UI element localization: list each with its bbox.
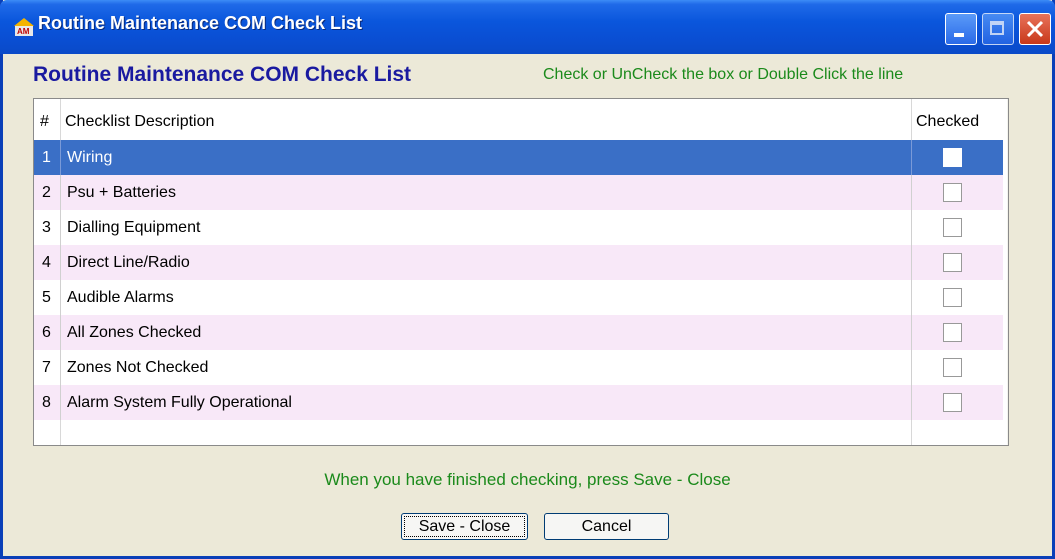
instruction-text: Check or UnCheck the box or Double Click… bbox=[543, 66, 904, 83]
checked-checkbox[interactable] bbox=[943, 183, 962, 202]
row-number: 2 bbox=[42, 184, 51, 201]
cell-divider bbox=[60, 210, 61, 245]
column-header-description[interactable]: Checklist Description bbox=[65, 113, 214, 131]
cell-divider bbox=[911, 280, 912, 315]
close-icon bbox=[1026, 20, 1044, 38]
checked-checkbox[interactable] bbox=[943, 288, 962, 307]
cell-divider bbox=[911, 350, 912, 385]
table-row[interactable]: 5 Audible Alarms bbox=[34, 280, 1003, 315]
cell-divider bbox=[60, 245, 61, 280]
cell-divider bbox=[911, 175, 912, 210]
minimize-button[interactable] bbox=[945, 13, 977, 45]
save-close-button[interactable]: Save - Close bbox=[401, 513, 528, 540]
checklist-grid[interactable]: # Checklist Description Checked 1 Wiring 2… bbox=[33, 98, 1009, 446]
row-number: 7 bbox=[42, 359, 51, 376]
checklist-window: AM Routine Maintenance COM Check List Ro… bbox=[0, 0, 1055, 559]
cell-divider bbox=[911, 315, 912, 350]
cell-divider bbox=[911, 140, 912, 175]
vertical-scrollbar[interactable] bbox=[1007, 99, 1008, 445]
grid-header: # Checklist Description Checked bbox=[34, 99, 1007, 141]
maximize-button[interactable] bbox=[982, 13, 1014, 45]
table-row[interactable]: 8 Alarm System Fully Operational bbox=[34, 385, 1003, 420]
cell-divider bbox=[60, 350, 61, 385]
cell-divider bbox=[60, 175, 61, 210]
table-row[interactable]: 6 All Zones Checked bbox=[34, 315, 1003, 350]
column-header-checked[interactable]: Checked bbox=[916, 113, 979, 131]
column-header-number: # bbox=[40, 113, 49, 130]
row-description: Audible Alarms bbox=[67, 289, 174, 306]
row-description: All Zones Checked bbox=[67, 324, 202, 341]
row-number: 6 bbox=[42, 324, 51, 341]
checked-checkbox[interactable] bbox=[943, 393, 962, 412]
checked-checkbox[interactable] bbox=[943, 218, 962, 237]
checked-checkbox[interactable] bbox=[943, 358, 962, 377]
row-number: 4 bbox=[42, 254, 51, 271]
svg-text:AM: AM bbox=[17, 27, 30, 36]
cell-divider bbox=[911, 210, 912, 245]
table-row[interactable]: 7 Zones Not Checked bbox=[34, 350, 1003, 385]
window-title: Routine Maintenance COM Check List bbox=[38, 13, 363, 33]
title-bar[interactable]: AM Routine Maintenance COM Check List bbox=[0, 0, 1055, 54]
footer-message: When you have finished checking, press S… bbox=[324, 470, 731, 489]
table-row[interactable]: 2 Psu + Batteries bbox=[34, 175, 1003, 210]
row-number: 5 bbox=[42, 289, 51, 306]
table-row[interactable]: 4 Direct Line/Radio bbox=[34, 245, 1003, 280]
row-description: Direct Line/Radio bbox=[67, 254, 190, 271]
checked-checkbox[interactable] bbox=[943, 253, 962, 272]
table-row[interactable]: 3 Dialling Equipment bbox=[34, 210, 1003, 245]
close-button[interactable] bbox=[1019, 13, 1051, 45]
cell-divider bbox=[60, 140, 61, 175]
checked-checkbox[interactable] bbox=[943, 148, 962, 167]
row-number: 8 bbox=[42, 394, 51, 411]
row-description: Alarm System Fully Operational bbox=[67, 394, 292, 411]
cell-divider bbox=[60, 315, 61, 350]
row-description: Wiring bbox=[67, 149, 113, 166]
row-description: Psu + Batteries bbox=[67, 184, 176, 201]
cell-divider bbox=[911, 385, 912, 420]
cell-divider bbox=[60, 280, 61, 315]
table-row[interactable]: 1 Wiring bbox=[34, 140, 1003, 175]
cell-divider bbox=[911, 245, 912, 280]
row-description: Zones Not Checked bbox=[67, 359, 209, 376]
page-title: Routine Maintenance COM Check List bbox=[33, 63, 412, 86]
cancel-button[interactable]: Cancel bbox=[544, 513, 669, 540]
cell-divider bbox=[60, 385, 61, 420]
row-description: Dialling Equipment bbox=[67, 219, 201, 236]
row-number: 3 bbox=[42, 219, 51, 236]
row-number: 1 bbox=[42, 149, 51, 166]
checked-checkbox[interactable] bbox=[943, 323, 962, 342]
app-icon: AM bbox=[14, 18, 34, 36]
